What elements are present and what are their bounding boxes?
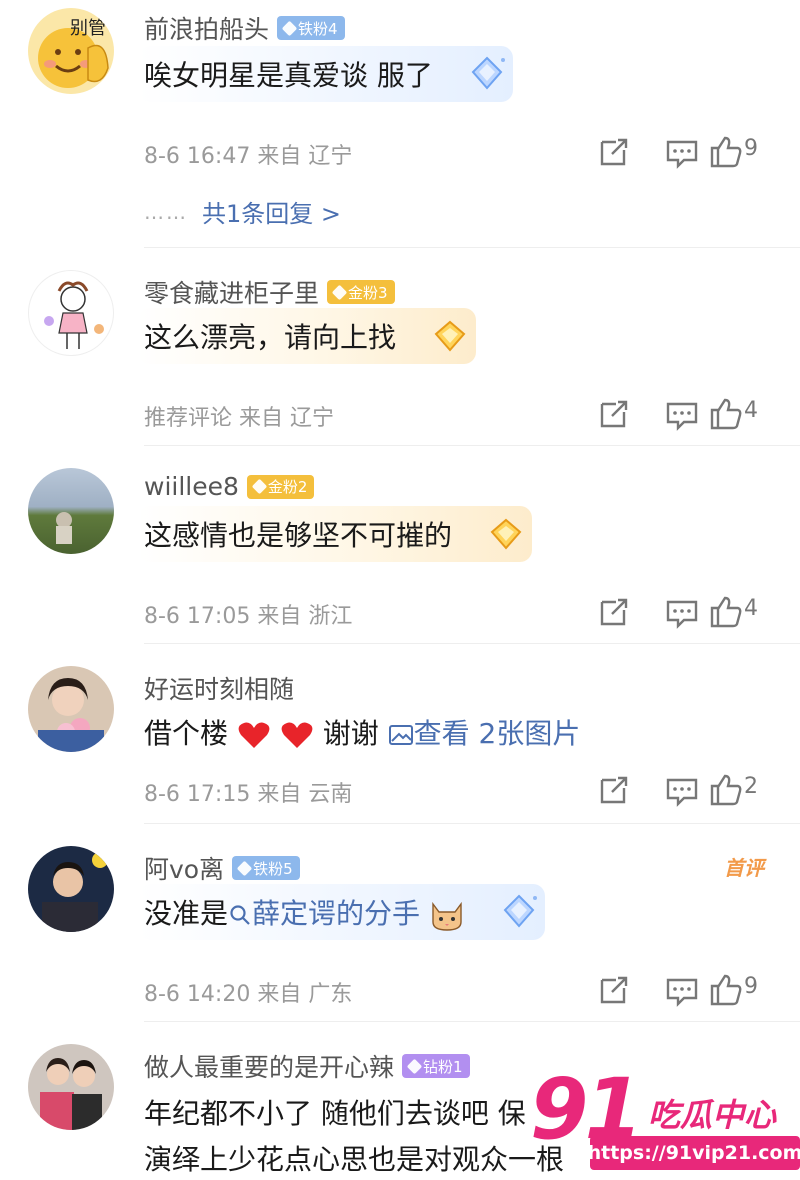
cat-emoji-icon <box>432 901 462 931</box>
view-replies-link[interactable]: …… 共1条回复 > <box>144 194 341 229</box>
username[interactable]: 零食藏进柜子里 <box>144 274 319 310</box>
like-icon[interactable] <box>706 132 746 172</box>
avatar[interactable] <box>28 666 114 752</box>
portrait-photo-avatar-icon <box>42 852 108 932</box>
comment-meta: 8-6 17:15 来自 云南 <box>144 782 353 807</box>
comment-text: 唉女明星是真爱谈 服了 <box>144 59 433 92</box>
gold-crown-gem-icon <box>490 518 522 550</box>
comment-bubble: 这感情也是够坚不可摧的 <box>138 506 533 562</box>
like-count: 9 <box>744 974 758 999</box>
comment-meta: 8-6 17:05 来自 浙江 <box>144 604 353 629</box>
comment-meta: 推荐评论 来自 辽宁 <box>144 406 334 431</box>
fan-badge: 铁粉5 <box>232 856 300 880</box>
comment-icon[interactable] <box>662 592 702 632</box>
comment-text: 年纪都不小了 随他们去谈吧 保 <box>144 1097 526 1130</box>
divider <box>144 247 800 248</box>
image-icon <box>388 725 413 745</box>
comment-icon[interactable] <box>662 132 702 172</box>
avatar[interactable] <box>28 846 114 932</box>
avatar[interactable]: 别管 <box>28 8 114 94</box>
watermark-title: 吃瓜中心 <box>648 1096 777 1134</box>
username[interactable]: wiillee8 <box>144 472 239 501</box>
watermark-url: https://91vip21.com <box>588 1136 800 1170</box>
share-icon[interactable] <box>594 394 634 434</box>
like-count: 4 <box>744 398 758 423</box>
comment-bubble: 唉女明星是真爱谈 服了 <box>138 46 513 102</box>
share-icon[interactable] <box>594 970 634 1010</box>
comment-bubble: 借个楼 谢谢 查看 2张图片 <box>138 704 580 760</box>
svg-text:别管: 别管 <box>70 18 106 39</box>
comment-icon[interactable] <box>662 770 702 810</box>
emoji-avatar-icon: 别管 <box>38 18 109 88</box>
fan-badge: 金粉3 <box>327 280 395 304</box>
like-icon[interactable] <box>706 970 746 1010</box>
gem-icon <box>236 860 253 876</box>
diamond-gem-icon <box>503 894 537 928</box>
first-comment-tag: 首评 <box>724 856 764 880</box>
gem-icon <box>281 20 298 36</box>
comment-bubble: 这么漂亮，请向上找 <box>138 308 477 364</box>
gem-icon <box>251 478 268 495</box>
username[interactable]: 阿vo离 <box>144 850 224 886</box>
diamond-gem-icon <box>471 56 505 90</box>
heart-emoji-icon <box>238 722 270 748</box>
view-images-link[interactable]: 查看 2张图片 <box>388 717 580 750</box>
like-icon[interactable] <box>706 770 746 810</box>
comment-text: 演绎上少花点心思也是对观众一根 <box>144 1143 565 1176</box>
gem-icon <box>331 284 348 300</box>
divider <box>144 643 800 644</box>
comment-icon[interactable] <box>662 394 702 434</box>
share-icon[interactable] <box>594 132 634 172</box>
comment-text: 没准是 薛定谔的分手 <box>144 892 465 932</box>
comment-actions: 2 <box>560 770 800 810</box>
share-icon[interactable] <box>594 592 634 632</box>
avatar[interactable] <box>28 468 114 554</box>
portrait-photo-avatar-icon <box>40 1058 102 1130</box>
gem-icon <box>406 1058 423 1074</box>
comment-meta: 8-6 16:47 来自 辽宁 <box>144 144 353 169</box>
heart-emoji-icon <box>281 722 313 748</box>
divider <box>144 823 800 824</box>
fan-badge: 钻粉1 <box>402 1054 470 1078</box>
like-icon[interactable] <box>706 394 746 434</box>
landscape-photo-avatar-icon <box>56 512 72 544</box>
divider <box>144 1021 800 1022</box>
avatar[interactable] <box>28 1044 114 1130</box>
like-count: 9 <box>744 136 758 161</box>
comment-actions: 9 <box>560 132 800 172</box>
username[interactable]: 好运时刻相随 <box>144 670 294 706</box>
comment-icon[interactable] <box>662 970 702 1010</box>
search-topic-link[interactable]: 薛定谔的分手 <box>228 897 420 930</box>
fan-badge: 铁粉4 <box>277 16 345 40</box>
comment-actions: 4 <box>560 394 800 434</box>
comment-text: 这么漂亮，请向上找 <box>144 321 397 354</box>
comment-actions: 4 <box>560 592 800 632</box>
gold-crown-gem-icon <box>434 320 466 352</box>
divider <box>144 445 800 446</box>
username[interactable]: 前浪拍船头 <box>144 10 269 46</box>
portrait-photo-avatar-icon <box>38 678 104 752</box>
comment-text: 这感情也是够坚不可摧的 <box>144 519 453 552</box>
avatar[interactable] <box>28 270 114 356</box>
like-icon[interactable] <box>706 592 746 632</box>
like-count: 4 <box>744 596 758 621</box>
comment-actions: 9 <box>560 970 800 1010</box>
like-count: 2 <box>744 774 758 799</box>
fan-badge: 金粉2 <box>246 474 315 499</box>
watermark: 91 吃瓜中心 https://91vip21.com <box>530 1060 800 1180</box>
doodle-girl-avatar-icon <box>44 281 104 349</box>
share-icon[interactable] <box>594 770 634 810</box>
comment-bubble: 没准是 薛定谔的分手 <box>138 884 545 940</box>
comment-text: 借个楼 谢谢 查看 2张图片 <box>144 717 581 750</box>
comment-meta: 8-6 14:20 来自 广东 <box>144 982 353 1007</box>
username[interactable]: 做人最重要的是开心辣 <box>144 1048 394 1084</box>
search-icon <box>230 905 250 925</box>
